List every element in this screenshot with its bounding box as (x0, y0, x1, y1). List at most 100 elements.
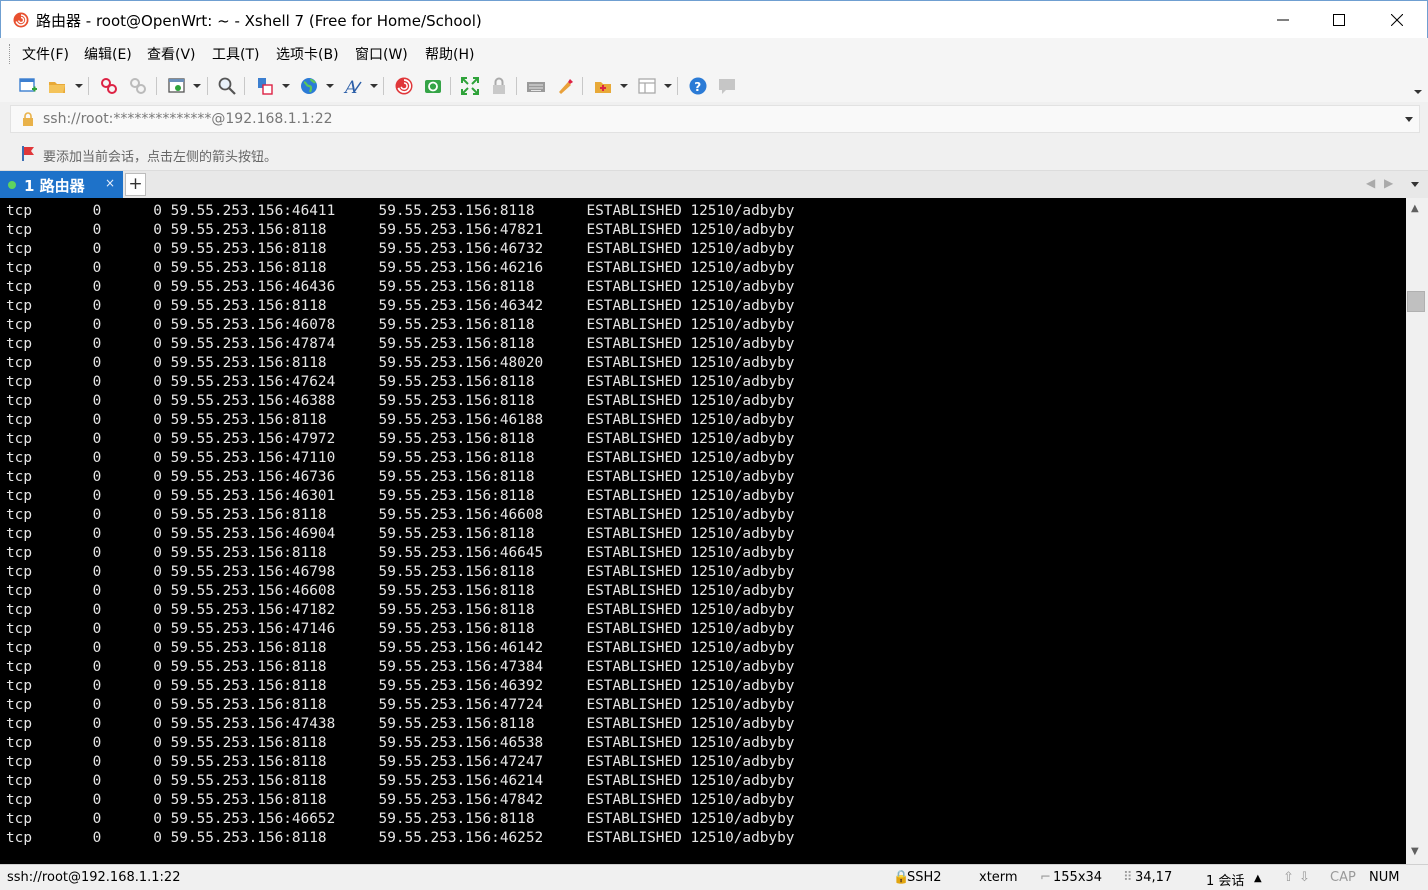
title-bar: 路由器 - root@OpenWrt: ~ - Xshell 7 (Free f… (0, 0, 1428, 38)
address-dropdown-arrow[interactable] (1405, 117, 1413, 122)
connected-status-icon (8, 181, 16, 189)
layout-icon[interactable] (636, 75, 658, 97)
status-bar: ssh://root@192.168.1.1:22 🔒 SSH2 xterm ⌐… (0, 864, 1428, 890)
status-size-icon: ⌐ (1040, 870, 1051, 885)
minimize-button[interactable] (1254, 1, 1312, 39)
scroll-up-arrow-icon[interactable]: ⇧ (1283, 870, 1294, 885)
terminal-line: tcp 0 0 59.55.253.156:46078 59.55.253.15… (6, 317, 795, 333)
tab-prev-icon[interactable]: ◀ (1366, 176, 1375, 190)
minimize-icon (1277, 19, 1289, 21)
toolbar-separator (582, 77, 583, 95)
chat-icon[interactable] (716, 75, 738, 97)
folder-dropdown-arrow[interactable] (620, 84, 628, 88)
session-hint-bar: 要添加当前会话，点击左侧的箭头按钮。 (0, 140, 1428, 168)
tab-close-icon[interactable]: × (105, 176, 115, 190)
terminal-line: tcp 0 0 59.55.253.156:46436 59.55.253.15… (6, 279, 795, 295)
toolbar-separator (88, 77, 89, 95)
terminal-line: tcp 0 0 59.55.253.156:47624 59.55.253.15… (6, 374, 795, 390)
terminal-line: tcp 0 0 59.55.253.156:8118 59.55.253.156… (6, 412, 795, 428)
menu-window[interactable]: 窗口(W) (355, 44, 408, 64)
terminal-line: tcp 0 0 59.55.253.156:8118 59.55.253.156… (6, 298, 795, 314)
terminal-scrollbar[interactable]: ▲ ▼ (1406, 198, 1426, 864)
lock-icon[interactable] (488, 75, 510, 97)
terminal-line: tcp 0 0 59.55.253.156:8118 59.55.253.156… (6, 640, 795, 656)
reconnect-icon[interactable] (127, 75, 149, 97)
menu-bar: 文件(F) 编辑(E) 查看(V) 工具(T) 选项卡(B) 窗口(W) 帮助(… (0, 38, 1428, 70)
xshell-logo-icon[interactable] (393, 75, 415, 97)
globe-icon[interactable] (298, 75, 320, 97)
open-folder-icon[interactable] (46, 75, 68, 97)
tab-router[interactable]: 1 路由器 × (0, 171, 123, 199)
terminal-line: tcp 0 0 59.55.253.156:8118 59.55.253.156… (6, 735, 795, 751)
terminal-line: tcp 0 0 59.55.253.156:46736 59.55.253.15… (6, 469, 795, 485)
terminal-line: tcp 0 0 59.55.253.156:8118 59.55.253.156… (6, 792, 795, 808)
terminal-line: tcp 0 0 59.55.253.156:8118 59.55.253.156… (6, 678, 795, 694)
terminal-line: tcp 0 0 59.55.253.156:47972 59.55.253.15… (6, 431, 795, 447)
status-num: NUM (1369, 870, 1400, 885)
fullscreen-icon[interactable] (459, 75, 481, 97)
scroll-up-icon[interactable]: ▲ (1411, 203, 1419, 214)
transfer-dropdown-arrow[interactable] (282, 84, 290, 88)
menu-edit[interactable]: 编辑(E) (84, 44, 132, 64)
menubar-grip (9, 44, 12, 64)
font-dropdown-arrow[interactable] (370, 84, 378, 88)
new-window-icon[interactable] (166, 75, 188, 97)
maximize-button[interactable] (1310, 1, 1368, 39)
terminal-line: tcp 0 0 59.55.253.156:8118 59.55.253.156… (6, 222, 795, 238)
toolbar: A ? (0, 70, 1428, 102)
menu-file[interactable]: 文件(F) (22, 44, 69, 64)
status-sessions[interactable]: 1 会话 (1206, 870, 1244, 889)
menu-help[interactable]: 帮助(H) (425, 44, 474, 64)
tab-list-dropdown-arrow[interactable] (1411, 182, 1419, 187)
status-cap: CAP (1330, 870, 1356, 885)
window-title: 路由器 - root@OpenWrt: ~ - Xshell 7 (Free f… (36, 12, 482, 30)
add-session-flag-icon[interactable] (21, 145, 37, 161)
tab-next-icon[interactable]: ▶ (1384, 176, 1393, 190)
terminal-output[interactable]: tcp 0 0 59.55.253.156:46411 59.55.253.15… (0, 198, 1406, 864)
new-session-icon[interactable] (17, 75, 39, 97)
address-bar[interactable]: ssh://root:**************@192.168.1.1:22 (10, 105, 1420, 133)
new-tab-button[interactable]: + (125, 173, 146, 196)
status-protocol: SSH2 (907, 870, 942, 885)
svg-text:A: A (343, 78, 357, 96)
xftp-icon[interactable] (422, 75, 444, 97)
menu-tabs[interactable]: 选项卡(B) (276, 44, 339, 64)
terminal-line: tcp 0 0 59.55.253.156:46388 59.55.253.15… (6, 393, 795, 409)
xshell-app-icon (13, 12, 29, 28)
toolbar-separator (677, 77, 678, 95)
keyboard-icon[interactable] (525, 75, 547, 97)
globe-dropdown-arrow[interactable] (326, 84, 334, 88)
terminal-line: tcp 0 0 59.55.253.156:8118 59.55.253.156… (6, 659, 795, 675)
new-window-dropdown-arrow[interactable] (193, 84, 201, 88)
close-icon (1391, 14, 1403, 26)
highlight-icon[interactable] (554, 75, 576, 97)
help-icon[interactable]: ? (687, 75, 709, 97)
terminal-line: tcp 0 0 59.55.253.156:47438 59.55.253.15… (6, 716, 795, 732)
menu-view[interactable]: 查看(V) (147, 44, 196, 64)
sessions-up-icon[interactable]: ▲ (1254, 873, 1262, 884)
address-input[interactable]: ssh://root:**************@192.168.1.1:22 (43, 111, 333, 127)
open-dropdown-arrow[interactable] (75, 84, 83, 88)
toolbar-separator (450, 77, 451, 95)
disconnect-icon[interactable] (98, 75, 120, 97)
status-size: 155x34 (1053, 870, 1103, 885)
menu-tools[interactable]: 工具(T) (212, 44, 259, 64)
terminal-line: tcp 0 0 59.55.253.156:47874 59.55.253.15… (6, 336, 795, 352)
scroll-down-arrow-icon[interactable]: ⇩ (1299, 870, 1310, 885)
scrollbar-thumb[interactable] (1407, 291, 1425, 312)
font-icon[interactable]: A (342, 75, 364, 97)
layout-dropdown-arrow[interactable] (664, 84, 672, 88)
terminal-line: tcp 0 0 59.55.253.156:8118 59.55.253.156… (6, 545, 795, 561)
status-connection: ssh://root@192.168.1.1:22 (7, 870, 181, 885)
terminal-line: tcp 0 0 59.55.253.156:46904 59.55.253.15… (6, 526, 795, 542)
new-folder-icon[interactable] (592, 75, 614, 97)
scroll-down-icon[interactable]: ▼ (1411, 846, 1419, 857)
transfer-icon[interactable] (254, 75, 276, 97)
toolbar-overflow-arrow[interactable] (1414, 90, 1422, 94)
find-icon[interactable] (216, 75, 238, 97)
terminal-line: tcp 0 0 59.55.253.156:46608 59.55.253.15… (6, 583, 795, 599)
terminal-line: tcp 0 0 59.55.253.156:46652 59.55.253.15… (6, 811, 795, 827)
status-cursor: 34,17 (1135, 870, 1173, 885)
close-button[interactable] (1368, 1, 1426, 39)
terminal-line: tcp 0 0 59.55.253.156:8118 59.55.253.156… (6, 355, 795, 371)
